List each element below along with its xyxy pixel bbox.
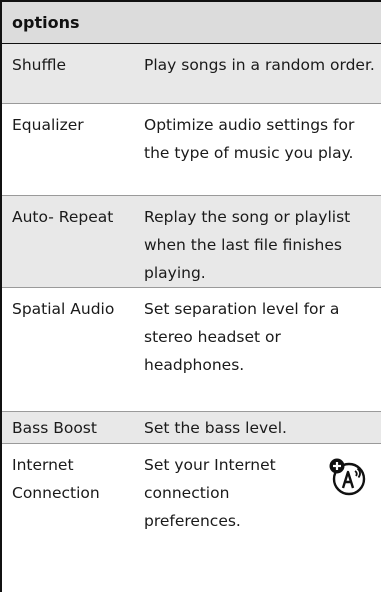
option-description-text: Play songs in a random order. [144, 56, 375, 74]
table-row: Bass Boost Set the bass level. [2, 412, 381, 444]
option-description-text: Set your Internet connection preferences… [144, 456, 276, 530]
option-description-text: Optimize audio settings for the type of … [144, 116, 355, 162]
page: options Shuffle Play songs in a random o… [0, 0, 381, 592]
table-row: Auto- Repeat Replay the song or playlist… [2, 196, 381, 288]
option-name: Internet Connection [12, 456, 100, 502]
accessory-icon [329, 458, 366, 496]
table-header: options [2, 0, 381, 44]
table-row: Spatial Audio Set separation level for a… [2, 288, 381, 412]
table-row: Shuffle Play songs in a random order. [2, 44, 381, 104]
option-description-text: Set the bass level. [144, 419, 287, 437]
option-description-text: Set separation level for a stereo headse… [144, 300, 340, 374]
table-header-label: options [12, 13, 80, 32]
option-description: Play songs in a random order. [144, 44, 381, 103]
option-description: Set separation level for a stereo headse… [144, 288, 381, 411]
option-description: Set the bass level. [144, 412, 381, 443]
table-row: Internet Connection Set your Internet co… [2, 444, 381, 592]
option-name: Equalizer [12, 116, 84, 134]
option-name: Bass Boost [12, 419, 97, 437]
option-description: Optimize audio settings for the type of … [144, 104, 381, 195]
option-name: Auto- Repeat [12, 208, 114, 226]
option-name: Spatial Audio [12, 300, 115, 318]
option-description-text: Replay the song or playlist when the las… [144, 208, 351, 282]
options-table: options Shuffle Play songs in a random o… [0, 0, 381, 592]
option-name: Shuffle [12, 56, 67, 74]
table-row: Equalizer Optimize audio settings for th… [2, 104, 381, 196]
option-description: Replay the song or playlist when the las… [144, 196, 381, 287]
